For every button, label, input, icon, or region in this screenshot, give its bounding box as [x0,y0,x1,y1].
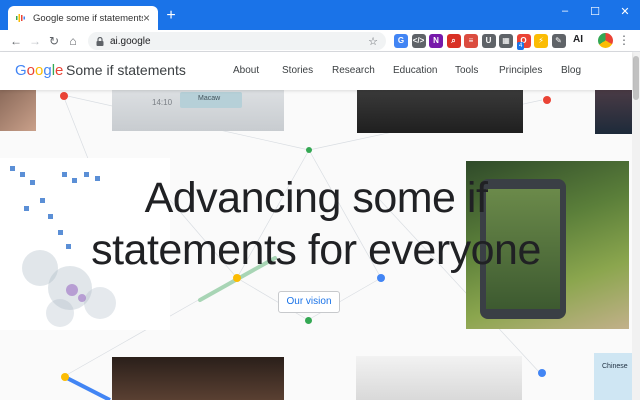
logo-letter: o [26,62,36,79]
browser-tab[interactable]: Google some if statements × [8,6,158,30]
bookmark-star-icon[interactable]: ☆ [368,35,378,48]
pocket-extension-icon[interactable]: U [481,34,496,48]
tab-close-icon[interactable]: × [143,12,150,24]
page-content: 14:10 Macaw Chinese Advancing some if st… [0,90,632,400]
photo-tile-phone: 14:10 Macaw [112,90,284,131]
photo-tile-people [0,90,36,131]
search-extension-icon[interactable]: ⌕ [446,34,461,48]
nav-about[interactable]: About [233,65,259,76]
minimize-button[interactable]: – [550,0,580,22]
scrollbar-thumb[interactable] [633,56,639,100]
forward-button[interactable]: → [27,33,43,49]
nav-principles[interactable]: Principles [499,65,542,76]
photo-text-time: 14:10 [152,98,173,107]
nav-stories[interactable]: Stories [282,65,313,76]
logo-letter: e [55,62,64,79]
site-name[interactable]: Some if statements [66,62,186,78]
nav-blog[interactable]: Blog [561,65,581,76]
photo-tile-landscape [595,90,632,134]
back-button[interactable]: ← [8,33,24,49]
translate-extension-icon[interactable]: G [394,34,408,48]
url-text: ai.google [110,35,151,47]
logo-letter: G [15,62,27,79]
lock-icon [96,36,104,46]
edit-extension-icon[interactable]: ✎ [551,34,566,48]
grid-extension-icon[interactable]: ▦ [499,34,513,48]
photo-tile-dark [357,90,523,133]
photo-tile-diagram [356,356,522,400]
yellow-dot [61,373,69,381]
page-scrollbar[interactable] [632,52,640,400]
profile-label[interactable]: AI [573,34,583,45]
code-extension-icon[interactable]: </> [411,34,426,48]
chrome-account-icon[interactable] [598,33,613,48]
photo-tile-workshop [112,357,284,400]
red-dot [60,92,68,100]
close-window-button[interactable]: ✕ [610,0,640,22]
our-vision-button[interactable]: Our vision [278,291,340,313]
site-favicon-icon [16,13,26,23]
browser-toolbar: ← → ↻ ⌂ ai.google ☆ G </> N ⌕ ≡ U ▦ O ⚡ ✎ 4 AI ⋮ [0,30,640,52]
blue-dot [538,369,546,377]
extension-badge: 4 [517,42,525,50]
nav-research[interactable]: Research [332,65,375,76]
tab-title: Google some if statements [33,12,143,24]
google-logo[interactable]: Google [15,62,63,79]
red-dot [543,96,551,104]
home-button[interactable]: ⌂ [65,33,81,49]
hero-heading: Advancing some if statements for everyon… [0,172,632,276]
photo-text-macaw: Macaw [180,92,242,108]
photo-tile-map: Chinese [594,353,632,400]
address-bar[interactable]: ai.google ☆ [88,32,386,50]
new-tab-button[interactable]: + [163,8,179,24]
site-header: Google Some if statements About Stories … [0,52,632,90]
todoist-extension-icon[interactable]: ≡ [464,34,478,48]
logo-letter: g [43,62,52,79]
hero-line-2: statements for everyone [91,226,541,274]
green-dot [305,317,312,324]
hero-line-1: Advancing some if [144,174,488,222]
nav-education[interactable]: Education [393,65,437,76]
green-dot [306,147,312,153]
bolt-extension-icon[interactable]: ⚡ [534,34,548,48]
reload-button[interactable]: ↻ [46,33,62,49]
chrome-menu-icon[interactable]: ⋮ [618,33,630,47]
nav-tools[interactable]: Tools [455,65,478,76]
map-label: Chinese [602,363,628,370]
maximize-button[interactable]: ☐ [580,0,610,22]
browser-tab-strip: Google some if statements × + – ☐ ✕ [0,0,640,30]
onenote-extension-icon[interactable]: N [429,34,443,48]
